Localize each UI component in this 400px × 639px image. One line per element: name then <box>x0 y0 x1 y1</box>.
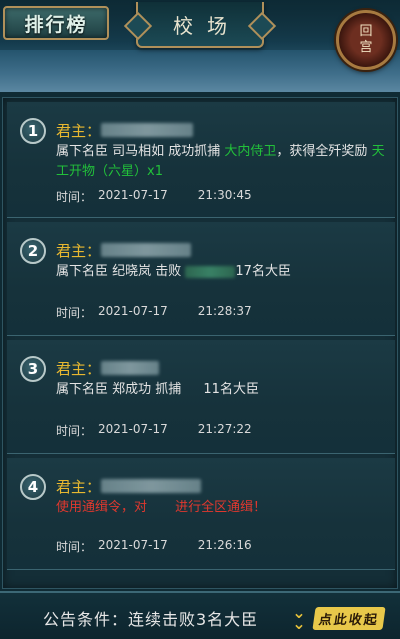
notice-timestamp: 时间： 2021-07-17 21:26:16 <box>56 538 252 555</box>
lord-label: 君主： <box>56 359 102 378</box>
notice-time: 21:30:45 <box>197 188 252 202</box>
redacted-lord-name <box>101 123 194 137</box>
notice-date: 2021-07-17 <box>98 538 168 552</box>
notice-timestamp: 时间： 2021-07-17 21:27:22 <box>56 422 252 439</box>
time-label: 时间： <box>56 190 93 204</box>
notice-message: 属下名臣 司马相如 成功抓捕 大内侍卫，获得全歼奖励 天工开物（六星）x1 <box>56 142 391 182</box>
redacted-target-name <box>185 265 236 278</box>
message-text: 属下名臣 司马相如 成功抓捕 <box>56 144 225 159</box>
message-text: 使用通缉令，对 <box>56 500 152 515</box>
redacted-lord-name <box>101 361 160 375</box>
time-label: 时间： <box>56 306 93 320</box>
time-label: 时间： <box>56 540 93 554</box>
redacted-lord-name <box>101 243 192 257</box>
bottom-bar: 公告条件：连续击败3名大臣 ⌄ ⌄ 点此收起 <box>0 591 400 639</box>
notice-time: 21:27:22 <box>197 422 252 436</box>
lord-label: 君主： <box>56 121 102 140</box>
message-text: ，获得全歼奖励 <box>276 144 372 159</box>
message-text: 属下名臣 郑成功 抓捕 <box>56 382 186 397</box>
notice-message: 属下名臣 纪晓岚 击败 17名大臣 <box>56 262 391 282</box>
message-text: 属下名臣 纪晓岚 击败 <box>56 264 186 279</box>
leaderboard-button[interactable]: 排行榜 <box>3 6 109 40</box>
notice-timestamp: 时间： 2021-07-17 21:30:45 <box>56 188 252 205</box>
target-name: 大内侍卫 <box>224 144 277 159</box>
notice-message: 使用通缉令，对 进行全区通缉！ <box>56 498 391 518</box>
lord-label: 君主： <box>56 477 102 496</box>
lord-label: 君主： <box>56 241 102 260</box>
notice-time: 21:26:16 <box>197 538 252 552</box>
redacted-lord-name <box>101 479 202 493</box>
notice-message: 属下名臣 郑成功 抓捕 11名大臣 <box>56 380 391 400</box>
notice-timestamp: 时间： 2021-07-17 21:28:37 <box>56 304 252 321</box>
notice-date: 2021-07-17 <box>98 422 168 436</box>
notice-time: 21:28:37 <box>197 304 252 318</box>
return-palace-label-2: 宫 <box>359 40 373 55</box>
message-text: 进行全区通缉！ <box>175 500 267 515</box>
notice-item: 2 君主： 属下名臣 纪晓岚 击败 17名大臣 时间： 2021-07-17 2… <box>7 222 395 336</box>
message-text: 17名大臣 <box>235 264 291 279</box>
notice-date: 2021-07-17 <box>98 304 168 318</box>
collapse-button[interactable]: ⌄ ⌄ 点此收起 <box>288 603 392 633</box>
page-title: 校场 <box>136 2 264 48</box>
notice-date: 2021-07-17 <box>98 188 168 202</box>
return-palace-label-1: 回 <box>359 24 373 39</box>
collapse-label: 点此收起 <box>312 606 386 630</box>
time-label: 时间： <box>56 424 93 438</box>
return-palace-button[interactable]: 回 宫 <box>336 10 396 70</box>
notice-item: 1 君主： 属下名臣 司马相如 成功抓捕 大内侍卫，获得全歼奖励 天工开物（六星… <box>7 102 395 218</box>
message-text: 11名大臣 <box>203 382 259 397</box>
notice-condition: 公告条件：连续击败3名大臣 <box>43 610 259 629</box>
notice-item: 4 君主： 使用通缉令，对 进行全区通缉！ 时间： 2021-07-17 21:… <box>7 458 395 570</box>
top-bar: 排行榜 校场 回 宫 <box>0 0 400 92</box>
notice-item: 3 君主： 属下名臣 郑成功 抓捕 11名大臣 时间： 2021-07-17 2… <box>7 340 395 454</box>
double-chevron-down-icon: ⌄ ⌄ <box>292 603 306 633</box>
notice-list[interactable]: 1 君主： 属下名臣 司马相如 成功抓捕 大内侍卫，获得全歼奖励 天工开物（六星… <box>2 97 398 589</box>
